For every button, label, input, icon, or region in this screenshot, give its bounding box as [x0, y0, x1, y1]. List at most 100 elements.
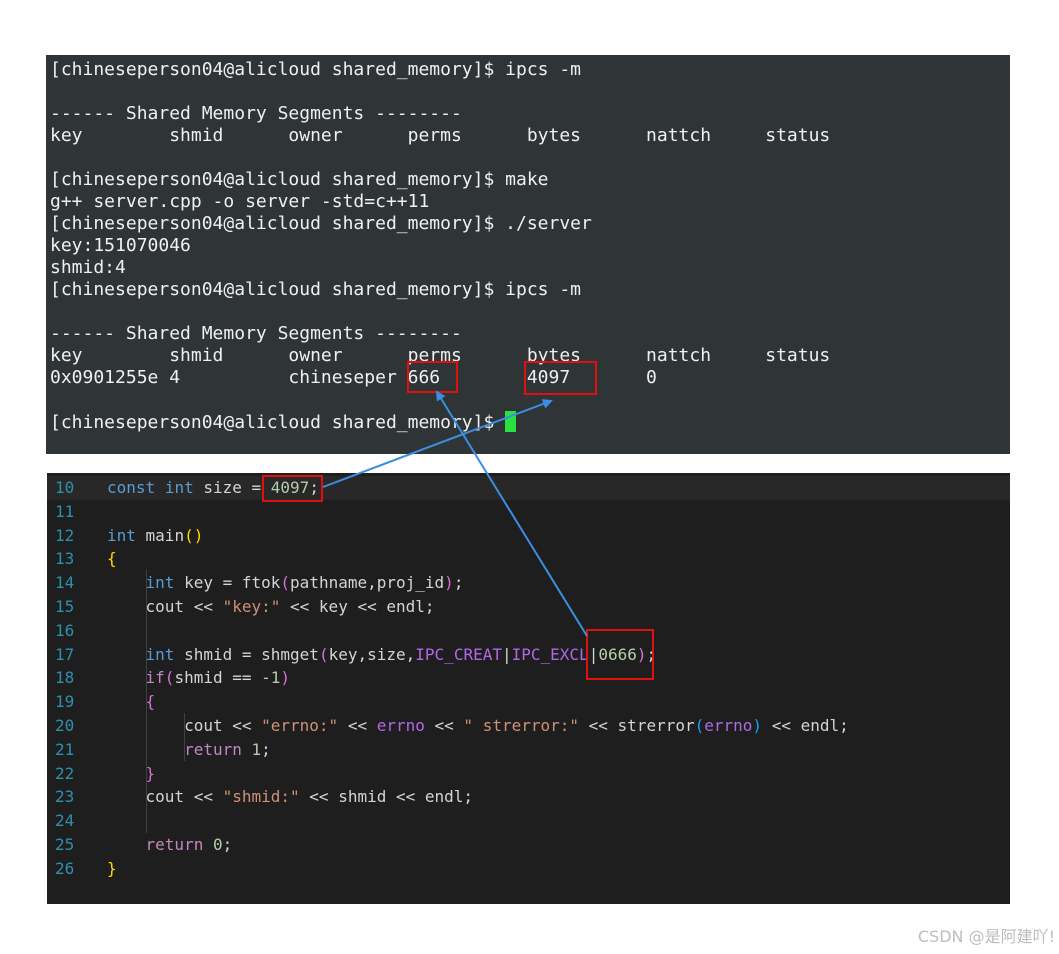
terminal-line: [chineseperson04@alicloud shared_memory]…	[50, 59, 582, 80]
code-row[interactable]: 22 }	[47, 762, 1010, 786]
code-token: size =	[193, 478, 271, 497]
code-editor[interactable]: 10 const int size = 4097; 11 12 int main() 13…	[47, 473, 1010, 904]
code-token: }	[107, 858, 117, 878]
code-token: {	[107, 549, 117, 569]
code-token: 0	[212, 835, 223, 854]
code-text: int key = ftok(pathname,proj_id);	[107, 571, 464, 595]
line-number: 23	[55, 787, 75, 807]
code-token: cout <<	[107, 716, 262, 735]
line-number: 15	[55, 597, 75, 616]
line-number: 21	[55, 739, 75, 759]
code-token: |	[501, 644, 512, 664]
code-token: shmid = shmget	[174, 644, 319, 664]
code-token: errno	[376, 716, 425, 735]
code-text: {	[107, 547, 117, 571]
highlight-size-box	[262, 475, 323, 502]
code-row[interactable]: 19 {	[47, 690, 1010, 714]
terminal-line: g++ server.cpp -o server -std=c++11	[50, 191, 430, 212]
code-token: )	[752, 716, 763, 735]
code-token: int	[145, 644, 175, 664]
code-token: shmid ==	[174, 668, 262, 688]
code-token: IPC_CREAT	[415, 644, 502, 664]
highlight-perms-box	[407, 361, 458, 393]
code-row[interactable]: 24	[47, 809, 1010, 833]
terminal-line: shmid:4	[50, 257, 126, 278]
code-row[interactable]: 20 cout << "errno:" << errno << " strerr…	[47, 714, 1010, 738]
code-token: << shmid << endl;	[299, 787, 474, 807]
code-row[interactable]: 14 int key = ftok(pathname,proj_id);	[47, 571, 1010, 595]
line-number: 20	[55, 716, 75, 735]
highlight-bytes-box	[524, 361, 597, 395]
highlight-mode-box	[586, 629, 654, 680]
code-row[interactable]: 23 cout << "shmid:" << shmid << endl;	[47, 785, 1010, 809]
code-row[interactable]: 15 cout << "key:" << key << endl;	[47, 595, 1010, 619]
code-token: key = ftok	[174, 573, 281, 593]
code-row[interactable]: 18 if(shmid == -1)	[47, 666, 1010, 690]
code-text: {	[107, 690, 156, 714]
line-number: 24	[55, 811, 75, 831]
code-token: int	[107, 525, 136, 545]
code-token: }	[145, 763, 156, 783]
code-row[interactable]: 16	[47, 619, 1010, 643]
code-token: key,size,	[328, 644, 416, 664]
code-row[interactable]: 13 {	[47, 547, 1010, 571]
line-number: 26	[55, 858, 75, 878]
line-number: 25	[55, 835, 75, 854]
code-token: main	[135, 525, 185, 545]
code-token: return	[184, 739, 242, 759]
code-token: "errno:"	[261, 716, 339, 735]
code-token: -1	[261, 668, 281, 688]
code-token: << endl;	[762, 716, 849, 735]
code-row[interactable]: 21 return 1;	[47, 738, 1010, 762]
code-row[interactable]: 10 const int size = 4097;	[47, 476, 1010, 500]
watermark: CSDN @是阿建吖!	[917, 927, 1055, 946]
code-text: }	[107, 857, 117, 881]
code-token: (	[694, 716, 705, 735]
code-token: cout <<	[107, 787, 223, 807]
code-token: (	[280, 573, 291, 593]
code-token: errno	[704, 716, 753, 735]
code-row[interactable]: 25 return 0;	[47, 833, 1010, 857]
code-token: ;	[222, 835, 233, 854]
code-token: )	[444, 573, 454, 593]
terminal-prompt-line[interactable]: [chineseperson04@alicloud shared_memory]…	[50, 411, 517, 433]
code-token: (	[318, 644, 329, 664]
code-token: const	[107, 478, 156, 497]
code-token: cout <<	[107, 597, 223, 616]
line-number: 12	[55, 525, 75, 545]
code-token: int	[145, 573, 175, 593]
terminal-line: key:151070046	[50, 235, 191, 256]
terminal-line: [chineseperson04@alicloud shared_memory]…	[50, 169, 549, 190]
code-row[interactable]: 12 int main()	[47, 524, 1010, 548]
code-token: <<	[338, 716, 377, 735]
code-text: cout << "errno:" << errno << " strerror:…	[107, 714, 849, 738]
line-number: 22	[55, 763, 75, 783]
terminal-prompt: [chineseperson04@alicloud shared_memory]…	[50, 412, 506, 433]
code-text: int main()	[107, 524, 203, 548]
code-token: return	[145, 835, 204, 854]
line-number: 16	[55, 620, 75, 640]
code-token: IPC_EXCL	[511, 644, 589, 664]
terminal-line: [chineseperson04@alicloud shared_memory]…	[50, 213, 592, 234]
code-row[interactable]: 11	[47, 500, 1010, 524]
code-text: cout << "key:" << key << endl;	[107, 595, 435, 619]
line-number: 18	[55, 668, 75, 688]
terminal-line: [chineseperson04@alicloud shared_memory]…	[50, 279, 582, 300]
code-text: if(shmid == -1)	[107, 666, 291, 690]
code-row[interactable]: 26}	[47, 857, 1010, 881]
line-number: 17	[55, 644, 75, 664]
terminal-line: key shmid owner perms bytes nattch statu…	[50, 125, 831, 146]
code-token: int	[164, 478, 194, 497]
code-token: )	[280, 668, 291, 688]
code-row[interactable]: 17 int shmid = shmget(key,size,IPC_CREAT…	[47, 643, 1010, 667]
code-text: int shmid = shmget(key,size,IPC_CREAT|IP…	[107, 643, 657, 667]
